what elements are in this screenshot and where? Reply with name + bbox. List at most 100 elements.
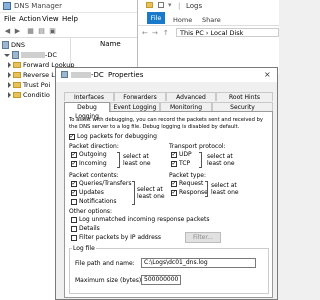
updates-label: Updates bbox=[79, 189, 104, 196]
select-note-line2: least one bbox=[211, 189, 239, 196]
tree-item-dns[interactable]: DNS bbox=[2, 41, 25, 51]
tab-monitoring[interactable]: Monitoring bbox=[160, 102, 212, 111]
max-size-label: Maximum size (bytes): bbox=[75, 277, 144, 284]
brace bbox=[205, 181, 208, 197]
expand-icon bbox=[8, 92, 11, 98]
tab-debug-logging[interactable]: Debug Logging bbox=[64, 102, 110, 120]
log-file-group-label: Log file bbox=[72, 245, 96, 252]
max-size-input[interactable]: 500000000 bbox=[141, 275, 181, 285]
brace bbox=[117, 152, 120, 168]
log-packets-label: Log packets for debugging bbox=[77, 133, 157, 140]
select-note-line1: select at bbox=[123, 153, 149, 160]
menu-file[interactable]: File bbox=[4, 15, 16, 23]
explorer-titlebar: ▾ | Logs bbox=[138, 0, 279, 12]
folder-icon bbox=[13, 62, 21, 68]
outgoing-label: Outgoing bbox=[79, 151, 107, 158]
properties-icon[interactable]: ▣ bbox=[48, 27, 57, 35]
tab-advanced[interactable]: Advanced bbox=[166, 92, 216, 101]
ribbon-home[interactable]: Home bbox=[173, 16, 192, 24]
dialog-title-server-suffix: -DC bbox=[91, 71, 104, 79]
packet-direction-label: Packet direction: bbox=[69, 143, 119, 150]
address-bar-row: ← → ↑ This PC › Local Disk bbox=[138, 26, 279, 39]
intro-text-line2: the DNS server to a log file. Debug logg… bbox=[69, 124, 240, 130]
request-checkbox[interactable] bbox=[171, 180, 177, 187]
details-label: Details bbox=[79, 225, 100, 232]
tab-interfaces[interactable]: Interfaces bbox=[64, 92, 114, 101]
back-arrow-icon[interactable]: ← bbox=[142, 29, 148, 37]
menu-action[interactable]: Action bbox=[19, 15, 41, 23]
log-unmatched-label: Log unmatched incoming response packets bbox=[79, 216, 210, 223]
dialog-titlebar: -DC Properties × bbox=[56, 68, 277, 82]
chevron-down-icon[interactable]: ▾ bbox=[168, 1, 172, 9]
quick-access-icon[interactable] bbox=[158, 2, 164, 8]
close-icon[interactable]: × bbox=[264, 70, 271, 79]
incoming-label: Incoming bbox=[79, 160, 107, 167]
explorer-window: ▾ | Logs Home Share File ← → ↑ This PC ›… bbox=[137, 0, 279, 74]
menu-help[interactable]: Help bbox=[62, 15, 78, 23]
folder-icon bbox=[13, 72, 21, 78]
response-checkbox[interactable] bbox=[171, 189, 177, 196]
name-column-header[interactable]: Name bbox=[100, 40, 121, 48]
packet-type-label: Packet type: bbox=[169, 172, 206, 179]
filter-button[interactable]: Filter... bbox=[185, 232, 221, 243]
up-icon[interactable]: ▦ bbox=[26, 27, 35, 35]
queries-transfers-checkbox[interactable] bbox=[71, 180, 77, 187]
folder-icon bbox=[13, 82, 21, 88]
tab-security[interactable]: Security bbox=[212, 102, 273, 111]
show-hide-tree-icon[interactable]: ▤ bbox=[37, 27, 46, 35]
tree-item-trust-points[interactable]: Trust Poi bbox=[8, 81, 50, 91]
folder-icon bbox=[146, 2, 153, 8]
queries-transfers-label: Queries/Transfers bbox=[79, 180, 132, 187]
udp-checkbox[interactable] bbox=[171, 151, 177, 158]
expand-icon bbox=[8, 72, 11, 78]
dns-manager-title: DNS Manager bbox=[14, 2, 62, 10]
dns-app-icon bbox=[3, 2, 11, 10]
file-path-input[interactable]: C:\Logs\dc01_dns.log bbox=[141, 258, 256, 268]
notifications-label: Notifications bbox=[79, 198, 117, 205]
explorer-title: Logs bbox=[186, 2, 203, 10]
dialog-title: Properties bbox=[108, 71, 144, 79]
tree-item-conditional[interactable]: Conditio bbox=[8, 91, 50, 101]
file-tab[interactable]: File bbox=[147, 12, 165, 24]
incoming-checkbox[interactable] bbox=[71, 160, 77, 167]
details-checkbox[interactable] bbox=[71, 226, 77, 232]
filter-by-ip-checkbox[interactable] bbox=[71, 235, 77, 241]
log-unmatched-checkbox[interactable] bbox=[71, 217, 77, 223]
select-note-line1: select at bbox=[137, 186, 163, 193]
outgoing-checkbox[interactable] bbox=[71, 151, 77, 158]
up-arrow-icon[interactable]: ↑ bbox=[163, 29, 169, 37]
updates-checkbox[interactable] bbox=[71, 189, 77, 196]
select-note-line1: select at bbox=[207, 153, 233, 160]
brace bbox=[132, 181, 135, 205]
title-separator: | bbox=[178, 2, 181, 10]
ribbon-share[interactable]: Share bbox=[202, 16, 221, 24]
log-packets-checkbox[interactable] bbox=[69, 133, 75, 140]
tab-forwarders[interactable]: Forwarders bbox=[114, 92, 166, 101]
tab-event-logging[interactable]: Event Logging bbox=[110, 102, 160, 111]
other-options-label: Other options: bbox=[69, 208, 113, 215]
notifications-checkbox[interactable] bbox=[71, 199, 77, 205]
breadcrumb: This PC › Local Disk bbox=[180, 29, 244, 37]
tree-item-reverse-lookup[interactable]: Reverse L bbox=[8, 71, 55, 81]
forward-arrow-icon[interactable]: → bbox=[152, 29, 158, 37]
response-label: Response bbox=[179, 189, 208, 196]
expand-icon bbox=[8, 82, 11, 88]
folder-icon bbox=[13, 92, 21, 98]
redacted-server-name bbox=[21, 52, 45, 58]
select-note-line2: least one bbox=[123, 160, 151, 167]
udp-label: UDP bbox=[179, 151, 192, 158]
expand-icon bbox=[4, 53, 10, 57]
packet-contents-label: Packet contents: bbox=[69, 172, 119, 179]
tcp-checkbox[interactable] bbox=[171, 160, 177, 167]
server-icon bbox=[61, 71, 68, 78]
select-note-line1: select at bbox=[211, 182, 237, 189]
tree-item-server[interactable]: -DC bbox=[4, 51, 57, 61]
request-label: Request bbox=[179, 180, 204, 187]
tab-root-hints[interactable]: Root Hints bbox=[216, 92, 273, 101]
brace bbox=[199, 152, 202, 168]
forward-icon[interactable]: ▶ bbox=[13, 27, 22, 35]
properties-dialog: -DC Properties × Interfaces Forwarders A… bbox=[55, 67, 278, 300]
back-icon[interactable]: ◀ bbox=[3, 27, 12, 35]
menu-view[interactable]: View bbox=[42, 15, 59, 23]
address-bar[interactable]: This PC › Local Disk bbox=[176, 28, 279, 37]
